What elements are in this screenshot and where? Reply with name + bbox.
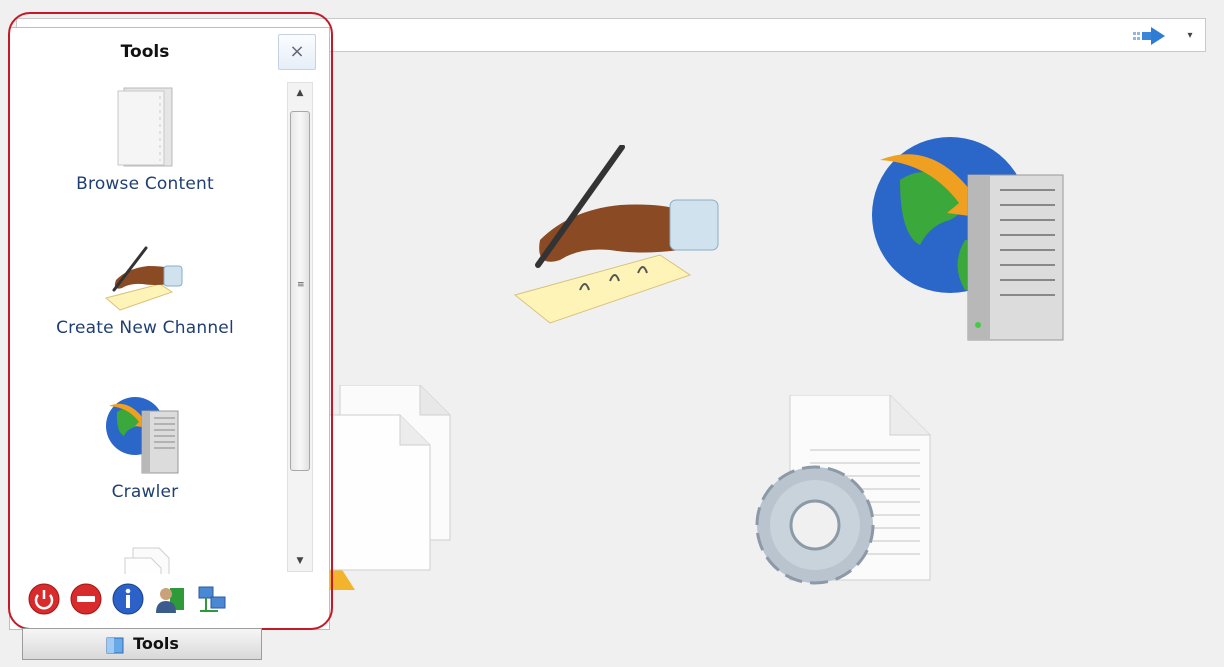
close-icon: × (289, 41, 305, 62)
chevron-down-icon[interactable]: ▾ (1183, 29, 1197, 43)
tool-documents[interactable] (10, 546, 280, 574)
globe-server-large-icon (872, 137, 1064, 341)
network-icon[interactable] (196, 583, 228, 615)
folder-icon (117, 87, 173, 167)
tool-label-browse-content: Browse Content (76, 174, 214, 194)
settings-document-large-icon (755, 395, 931, 585)
tools-panel: Tools × Browse Content Create New Channe… (9, 27, 330, 630)
go-arrow-icon[interactable] (1131, 25, 1167, 47)
vertical-scrollbar[interactable]: ▲ ≡ ▼ (287, 82, 313, 572)
info-icon[interactable] (112, 583, 144, 615)
grip-icon: ≡ (297, 280, 305, 290)
power-icon[interactable] (28, 583, 60, 615)
user-icon[interactable] (154, 583, 186, 615)
tab-label: Tools (133, 634, 179, 653)
panel-title: Tools (120, 42, 170, 62)
scroll-down-icon[interactable]: ▼ (288, 551, 312, 571)
documents-icon (124, 547, 170, 574)
tool-label-crawler: Crawler (111, 482, 179, 502)
hand-pen-large-icon (513, 145, 719, 324)
globe-server-icon (106, 397, 179, 474)
tool-label-create-new-channel: Create New Channel (56, 318, 234, 338)
folder-blue-icon (106, 637, 124, 653)
tool-crawler[interactable]: Crawler (10, 394, 280, 502)
close-button[interactable]: × (278, 34, 316, 70)
stop-icon[interactable] (70, 583, 102, 615)
tool-create-new-channel[interactable]: Create New Channel (10, 246, 280, 338)
hand-pen-icon (104, 246, 183, 311)
scroll-up-icon[interactable]: ▲ (288, 83, 312, 103)
tool-browse-content[interactable]: Browse Content (10, 86, 280, 194)
scroll-thumb[interactable]: ≡ (290, 111, 310, 471)
tools-tab[interactable]: Tools (22, 628, 262, 660)
